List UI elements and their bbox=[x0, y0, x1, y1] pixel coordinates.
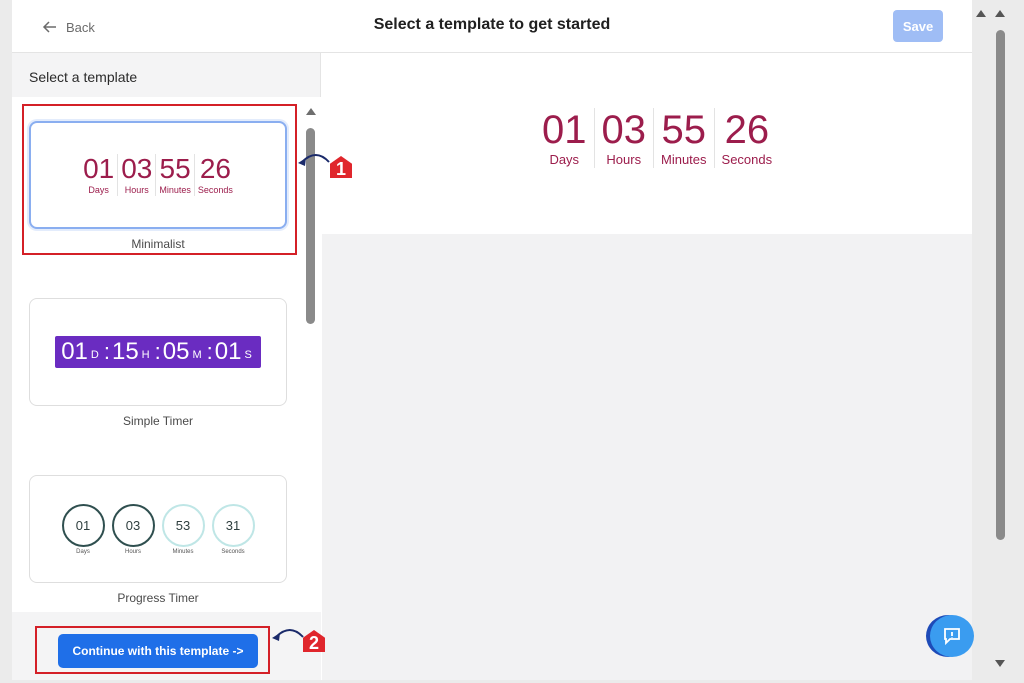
timer-label: Hours bbox=[606, 152, 642, 167]
timer-label: Minutes bbox=[172, 548, 194, 555]
page-scrollbar-thumb[interactable] bbox=[996, 30, 1005, 540]
feedback-button[interactable] bbox=[930, 615, 974, 657]
timer-label: Days bbox=[549, 152, 580, 167]
timer-value: 53 bbox=[161, 503, 205, 547]
timer-value: 15 bbox=[111, 338, 139, 365]
timer-value: 01 bbox=[542, 108, 587, 152]
progress-timer-preview: 01 Days 03 Hours 53 Minutes 31 Seconds bbox=[61, 503, 255, 555]
app-window: Back Select a template to get started Sa… bbox=[12, 0, 972, 680]
template-name: Simple Timer bbox=[122, 414, 193, 428]
timer-label: Hours bbox=[124, 548, 141, 555]
scroll-up-arrow[interactable] bbox=[306, 108, 316, 115]
timer-unit: 26 Seconds bbox=[713, 108, 780, 168]
timer-label: D bbox=[90, 349, 99, 361]
timer-label: M bbox=[192, 349, 202, 361]
progress-ring: 03 Hours bbox=[111, 503, 155, 555]
timer-unit: 03 Hours bbox=[593, 108, 654, 168]
timer-value: 31 bbox=[211, 503, 255, 547]
timer-value: 01 bbox=[61, 503, 105, 547]
template-name: Progress Timer bbox=[117, 591, 199, 605]
timer-label: H bbox=[141, 349, 150, 361]
annotation-box-1 bbox=[22, 104, 297, 255]
timer-value: 05 bbox=[162, 338, 190, 365]
progress-ring: 53 Minutes bbox=[161, 503, 205, 555]
page-title: Select a template to get started bbox=[373, 16, 611, 33]
feedback-icon bbox=[944, 628, 960, 646]
header: Back Select a template to get started Sa… bbox=[12, 0, 972, 53]
timer-label: Days bbox=[76, 548, 90, 555]
timer-value: 26 bbox=[724, 108, 770, 152]
sidebar-heading: Select a template bbox=[29, 69, 138, 85]
countdown-preview: 01 Days 03 Hours 55 Minutes 26 Seconds bbox=[535, 108, 779, 168]
preview-panel: 01 Days 03 Hours 55 Minutes 26 Seconds bbox=[322, 53, 972, 234]
timer-label: Seconds bbox=[721, 152, 773, 167]
save-button[interactable]: Save bbox=[893, 10, 943, 42]
timer-separator: : bbox=[103, 339, 110, 364]
badge-number: 2 bbox=[308, 633, 319, 653]
timer-unit: 55 Minutes bbox=[653, 108, 714, 168]
timer-value: 55 bbox=[661, 108, 707, 152]
annotation-arrow-2 bbox=[272, 629, 304, 641]
template-item-simple-timer: 01 D: 15 H: 05 M: 01 S Simple Timer bbox=[29, 298, 287, 428]
template-card-simple-timer[interactable]: 01 D: 15 H: 05 M: 01 S bbox=[29, 298, 287, 406]
simple-timer-preview: 01 D: 15 H: 05 M: 01 S bbox=[55, 336, 261, 368]
timer-label: S bbox=[244, 349, 252, 361]
timer-value: 03 bbox=[601, 108, 647, 152]
timer-value: 03 bbox=[111, 503, 155, 547]
progress-ring: 01 Days bbox=[61, 503, 105, 555]
timer-separator: : bbox=[154, 339, 161, 364]
template-card-progress-timer[interactable]: 01 Days 03 Hours 53 Minutes 31 Seconds bbox=[29, 475, 287, 583]
annotation-arrow-1 bbox=[298, 154, 330, 166]
timer-value: 01 bbox=[214, 338, 242, 365]
scroll-up-arrow[interactable] bbox=[976, 10, 986, 17]
template-list-scrollbar[interactable] bbox=[304, 108, 316, 613]
badge-number: 1 bbox=[335, 159, 346, 179]
annotation-box-2 bbox=[35, 626, 270, 674]
template-item-progress-timer: 01 Days 03 Hours 53 Minutes 31 Seconds Progr… bbox=[29, 475, 287, 605]
scroll-down-arrow[interactable] bbox=[995, 660, 1005, 667]
timer-separator: : bbox=[206, 339, 213, 364]
timer-label: Minutes bbox=[661, 152, 707, 167]
progress-ring: 31 Seconds bbox=[211, 503, 255, 555]
timer-value: 01 bbox=[61, 338, 88, 365]
scroll-up-arrow[interactable] bbox=[995, 10, 1005, 17]
preview-background bbox=[322, 234, 972, 680]
timer-label: Seconds bbox=[221, 548, 245, 555]
timer-unit: 01 Days bbox=[535, 108, 594, 168]
